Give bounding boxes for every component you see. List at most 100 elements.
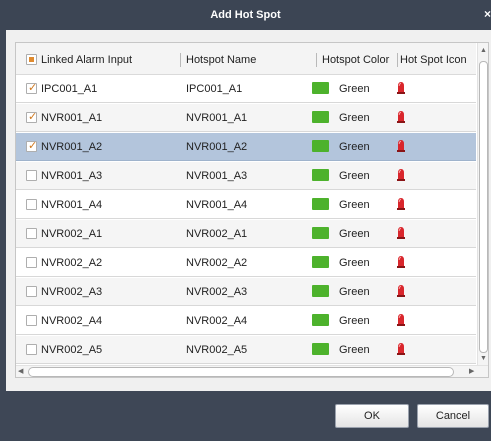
column-divider[interactable] [316,53,317,67]
row-checkbox[interactable] [26,315,37,326]
alarm-light-icon[interactable] [396,342,406,356]
column-divider[interactable] [180,53,181,67]
color-swatch[interactable] [312,227,329,239]
partial-check-icon [29,57,34,62]
color-swatch[interactable] [312,343,329,355]
linked-alarm-input-cell: NVR001_A3 [41,170,103,182]
color-swatch[interactable] [312,198,329,210]
select-all-checkbox[interactable] [26,54,37,65]
scroll-left-icon[interactable]: ◀ [18,367,23,375]
cancel-button[interactable]: Cancel [417,404,489,428]
hotspot-name-cell[interactable]: NVR001_A3 [186,170,247,183]
dialog-footer: OK Cancel [6,391,491,441]
color-swatch[interactable] [312,285,329,297]
row-checkbox[interactable] [26,170,37,181]
check-icon: ✓ [28,140,38,152]
linked-alarm-input-cell: NVR001_A2 [41,141,103,153]
ok-button[interactable]: OK [335,404,409,428]
hotspot-name-cell[interactable]: NVR001_A4 [186,199,247,212]
column-header-hot-spot-icon[interactable]: Hot Spot Icon [400,53,467,67]
hotspot-color-cell[interactable]: Green [339,199,370,212]
check-icon: ✓ [28,111,38,123]
check-icon: ✓ [28,82,38,94]
linked-alarm-input-cell: NVR002_A3 [41,286,103,298]
add-hot-spot-dialog: Add Hot Spot × Linked Alarm Input Hotspo… [0,0,491,441]
row-checkbox[interactable] [26,257,37,268]
column-header-linked-alarm-input[interactable]: Linked Alarm Input [41,53,132,67]
alarm-light-icon[interactable] [396,255,406,269]
linked-alarm-input-cell: IPC001_A1 [41,83,98,95]
column-header-hotspot-color[interactable]: Hotspot Color [322,53,389,67]
linked-alarm-input-cell: NVR001_A4 [41,199,103,211]
linked-alarm-input-cell: NVR002_A1 [41,228,103,240]
title-bar: Add Hot Spot × [0,0,491,30]
hotspot-name-cell[interactable]: NVR002_A1 [186,228,247,241]
vertical-scroll-thumb[interactable] [479,61,488,353]
hotspot-color-cell[interactable]: Green [339,170,370,183]
row-checkbox[interactable] [26,286,37,297]
row-checkbox[interactable]: ✓ [26,82,38,94]
vertical-scrollbar[interactable]: ▲ ▼ [477,43,488,365]
alarm-light-icon[interactable] [396,110,406,124]
table-row[interactable]: NVR002_A2 NVR002_A2 Green [16,249,476,277]
hotspot-color-cell[interactable]: Green [339,344,370,357]
linked-alarm-input-cell: NVR001_A1 [41,112,103,124]
hotspot-name-cell[interactable]: NVR002_A5 [186,344,247,357]
linked-alarm-input-cell: NVR002_A2 [41,257,103,269]
hotspot-color-cell[interactable]: Green [339,286,370,299]
alarm-light-icon[interactable] [396,284,406,298]
color-swatch[interactable] [312,111,329,123]
color-swatch[interactable] [312,169,329,181]
hotspot-color-cell[interactable]: Green [339,141,370,154]
hotspot-name-cell[interactable]: NVR001_A1 [186,112,247,125]
horizontal-scroll-thumb[interactable] [28,367,454,377]
table-row[interactable]: NVR002_A1 NVR002_A1 Green [16,220,476,248]
scroll-down-icon[interactable]: ▼ [480,355,487,362]
row-checkbox[interactable]: ✓ [26,140,38,152]
scroll-right-icon[interactable]: ▶ [469,367,474,375]
table-row[interactable]: ✓ NVR001_A2 NVR001_A2 Green [16,133,476,161]
color-swatch[interactable] [312,314,329,326]
dialog-body: Linked Alarm Input Hotspot Name Hotspot … [6,30,491,391]
hotspot-color-cell[interactable]: Green [339,315,370,328]
column-header-hotspot-name[interactable]: Hotspot Name [186,53,256,67]
table-header: Linked Alarm Input Hotspot Name Hotspot … [16,43,476,75]
row-checkbox[interactable] [26,228,37,239]
hotspot-color-cell[interactable]: Green [339,257,370,270]
alarm-light-icon[interactable] [396,139,406,153]
hotspot-name-cell[interactable]: NVR002_A2 [186,257,247,270]
row-checkbox[interactable] [26,199,37,210]
table-row[interactable]: ✓ NVR001_A1 NVR001_A1 Green [16,104,476,132]
alarm-light-icon[interactable] [396,197,406,211]
row-checkbox[interactable] [26,344,37,355]
hotspot-name-cell[interactable]: NVR002_A3 [186,286,247,299]
hotspot-color-cell[interactable]: Green [339,112,370,125]
linked-alarm-input-cell: NVR002_A5 [41,344,103,356]
table-row[interactable]: NVR002_A5 NVR002_A5 Green [16,336,476,364]
alarm-light-icon[interactable] [396,226,406,240]
horizontal-scrollbar[interactable]: ◀ ▶ [16,365,488,377]
row-checkbox[interactable]: ✓ [26,111,38,123]
linked-alarm-input-cell: NVR002_A4 [41,315,103,327]
alarm-light-icon[interactable] [396,313,406,327]
alarm-light-icon[interactable] [396,81,406,95]
hotspot-name-cell[interactable]: NVR001_A2 [186,141,247,154]
table-row[interactable]: NVR002_A3 NVR002_A3 Green [16,278,476,306]
table-row[interactable]: NVR001_A3 NVR001_A3 Green [16,162,476,190]
scroll-up-icon[interactable]: ▲ [480,47,487,54]
alarm-light-icon[interactable] [396,168,406,182]
hotspot-name-cell[interactable]: IPC001_A1 [186,83,242,96]
table-row[interactable]: NVR002_A4 NVR002_A4 Green [16,307,476,335]
hotspot-color-cell[interactable]: Green [339,83,370,96]
hotspot-table: Linked Alarm Input Hotspot Name Hotspot … [15,42,489,378]
table-row[interactable]: NVR001_A4 NVR001_A4 Green [16,191,476,219]
dialog-title: Add Hot Spot [210,9,281,21]
column-divider[interactable] [397,53,398,67]
hotspot-color-cell[interactable]: Green [339,228,370,241]
color-swatch[interactable] [312,256,329,268]
table-row[interactable]: ✓ IPC001_A1 IPC001_A1 Green [16,75,476,103]
close-icon[interactable]: × [484,7,491,21]
hotspot-name-cell[interactable]: NVR002_A4 [186,315,247,328]
color-swatch[interactable] [312,140,329,152]
color-swatch[interactable] [312,82,329,94]
